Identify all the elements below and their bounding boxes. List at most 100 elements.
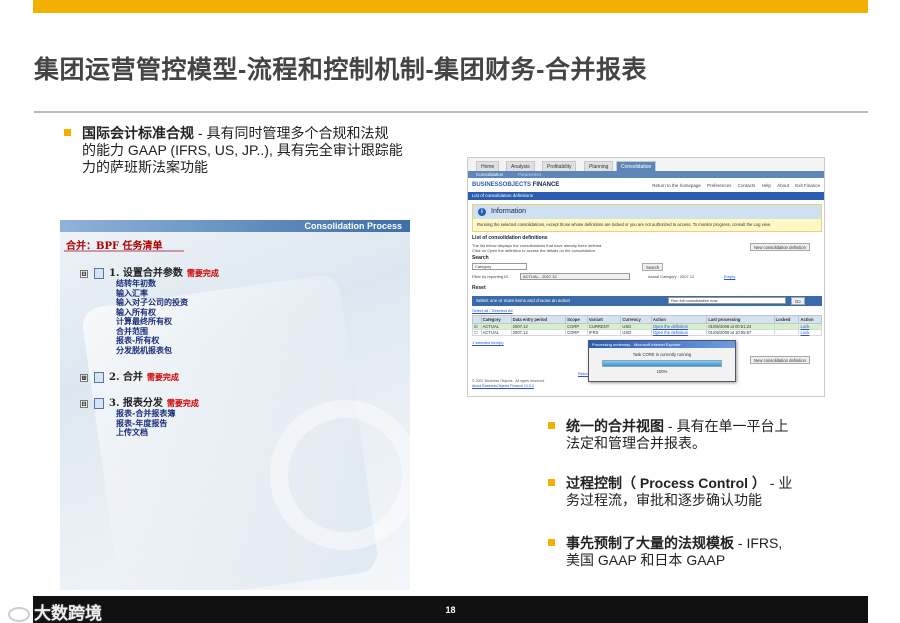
search-category-select[interactable]: Category [472, 263, 527, 270]
subtab-consolidation[interactable]: Consolidation [476, 172, 503, 177]
sub-tabs: Consolidation Parameters [468, 171, 824, 178]
list-title: List of consolidation definitions [472, 235, 548, 241]
copyright-line: © 2007 Business Objects . All rights res… [472, 379, 545, 383]
table-cell: ACTUAL [480, 329, 512, 336]
col-header[interactable]: Last processing [706, 315, 775, 324]
bpf-title-underline [64, 250, 184, 252]
document-icon [94, 268, 104, 279]
select-all-links[interactable]: Select all / Deselect All [472, 308, 512, 313]
bpf-step-1[interactable]: ⊟ 1. 设置合并参数 需要完成 [80, 264, 219, 279]
bullet-text: - 具有同时管理多个合规和法规 [194, 125, 389, 141]
expand-icon[interactable]: ⊞ [80, 373, 88, 382]
col-header: Locked [773, 315, 800, 324]
collapse-icon[interactable]: ⊟ [80, 399, 88, 408]
col-header[interactable]: Data entry period [510, 315, 567, 324]
finance-app-screenshot: Home Analysis Profitability Planning Con… [467, 157, 825, 397]
bullet-heading: 统一的合并视图 [566, 418, 664, 434]
table-cell: IFRS [586, 329, 622, 336]
lock-link[interactable]: Lock [798, 329, 822, 336]
bullet-heading: 事先预制了大量的法规模板 [566, 535, 734, 551]
progress-bar [602, 360, 722, 367]
go-button[interactable]: Go [791, 297, 805, 305]
help-link[interactable]: Help [762, 183, 771, 188]
about-link[interactable]: About [777, 183, 789, 188]
bullet-text: - 业 [765, 475, 793, 491]
empty-link[interactable]: Empty [724, 274, 735, 279]
step-label: 2. 合并 [109, 372, 143, 383]
table-cell: 2007.12 [510, 329, 567, 336]
info-icon: i [478, 208, 486, 216]
bpf-task-item[interactable]: 分发脱机报表包 [116, 345, 188, 356]
subtab-parameters[interactable]: Parameters [518, 172, 541, 177]
progress-dialog-title: Processing underway - Microsoft Internet… [589, 341, 735, 348]
contacts-link[interactable]: Contacts [738, 183, 756, 188]
footer-bar: 18 [33, 596, 868, 623]
watermark-logo-icon [8, 607, 30, 623]
bpf-task-item[interactable]: 上传文档 [116, 427, 175, 438]
action-select[interactable]: Run full consolidation now [668, 297, 786, 304]
col-header: Action [798, 315, 822, 324]
bpf-step-3[interactable]: ⊟ 3. 报表分发 需要完成 [80, 394, 199, 409]
bullet-text: - 具有在单一平台上 [664, 418, 789, 434]
bullet-compliance: 国际会计标准合规 - 具有同时管理多个合规和法规 的能力 GAAP (IFRS,… [64, 125, 462, 176]
new-definition-button-bottom[interactable]: New consolidation definition [750, 356, 810, 364]
progress-percent: 100% [656, 369, 668, 374]
col-header[interactable]: Variant [586, 315, 622, 324]
bullet-square-icon [64, 129, 71, 136]
home-link[interactable]: Return to the homepage [652, 183, 701, 188]
collapse-icon[interactable]: ⊟ [80, 269, 88, 278]
bullet-text: 的能力 GAAP (IFRS, US, JP..), 具有完全审计跟踪能 [82, 142, 403, 158]
document-icon [94, 372, 104, 383]
information-panel: i Information Running the selected conso… [472, 204, 822, 232]
bullet-process-control: 过程控制（ Process Control ） - 业 务过程流，审批和逐步确认… [548, 475, 846, 509]
table-cell [773, 329, 800, 336]
bullet-heading: 国际会计标准合规 [82, 125, 194, 141]
tab-planning[interactable]: Planning [584, 161, 614, 171]
selected-items-link[interactable]: 1 selected item(s) [472, 340, 504, 345]
decor-ring [270, 400, 410, 550]
step-status: 需要完成 [166, 398, 199, 408]
col-header[interactable]: Scope [565, 315, 588, 324]
bpf-task-panel: Consolidation Process 合并：BPF 任务清单 ⊟ 1. 设置… [60, 220, 410, 590]
open-definition-link[interactable]: Open the definition [650, 329, 708, 336]
page-breadcrumb: List of consolidation definitions [468, 192, 824, 200]
table-cell: USD [620, 329, 652, 336]
consolidation-table: Category Data entry period Scope Variant… [472, 315, 822, 336]
new-definition-button[interactable]: New consolidation definition [750, 243, 810, 251]
preferences-link[interactable]: Preferences [707, 183, 731, 188]
tab-profitability[interactable]: Profitability [542, 161, 577, 171]
info-title: Information [491, 208, 527, 215]
bpf-step-1-items: 结转年初数 输入汇率 输入对子公司的投资 输入所有权 计算最终所有权 合并范围 … [116, 278, 188, 356]
bullet-text: - IFRS, [734, 535, 783, 551]
bullet-text: 务过程流，审批和逐步确认功能 [566, 492, 762, 508]
bullet-text: 力的萨班斯法案功能 [82, 159, 208, 175]
step-status: 需要完成 [146, 372, 179, 382]
copyright: © 2007 Business Objects . All rights res… [472, 379, 545, 388]
col-header [472, 315, 482, 324]
bpf-step-2[interactable]: ⊞ 2. 合并 需要完成 [80, 368, 179, 383]
exit-link[interactable]: Exit Finance [795, 183, 820, 188]
table-cell: 01/05/2008 at 10:55:57 [706, 329, 775, 336]
bullet-square-icon [548, 422, 555, 429]
col-header[interactable]: Currency [620, 315, 652, 324]
table-cell: CORP [565, 329, 588, 336]
bullet-square-icon [548, 479, 555, 486]
tab-analysis[interactable]: Analysis [506, 161, 535, 171]
row-checkbox[interactable]: ☐ [472, 329, 482, 336]
bullet-text: 法定和管理合并报表。 [566, 435, 706, 451]
reset-label: Reset [472, 285, 486, 291]
progress-message: Task CORE is currently running [632, 352, 692, 357]
title-divider [34, 111, 868, 113]
tab-consolidation[interactable]: Consolidation [616, 161, 657, 171]
search-button[interactable]: Search [642, 263, 664, 271]
col-header[interactable]: Category [480, 315, 512, 324]
step-status: 需要完成 [186, 268, 219, 278]
bpf-header: Consolidation Process [60, 220, 410, 232]
table-row[interactable]: ☐ ACTUAL 2007.12 CORP IFRS USD Open the … [472, 329, 822, 336]
about-finance-link[interactable]: About BusinessObjects Finance 10.0.0 [472, 384, 545, 389]
watermark: 大数跨境 [8, 599, 102, 623]
table-header-row: Category Data entry period Scope Variant… [472, 315, 822, 324]
filter-input[interactable]: ACTUAL - 2007.12 [520, 273, 630, 280]
bullet-templates: 事先预制了大量的法规模板 - IFRS, 美国 GAAP 和日本 GAAP [548, 535, 846, 569]
tab-home[interactable]: Home [476, 161, 500, 171]
